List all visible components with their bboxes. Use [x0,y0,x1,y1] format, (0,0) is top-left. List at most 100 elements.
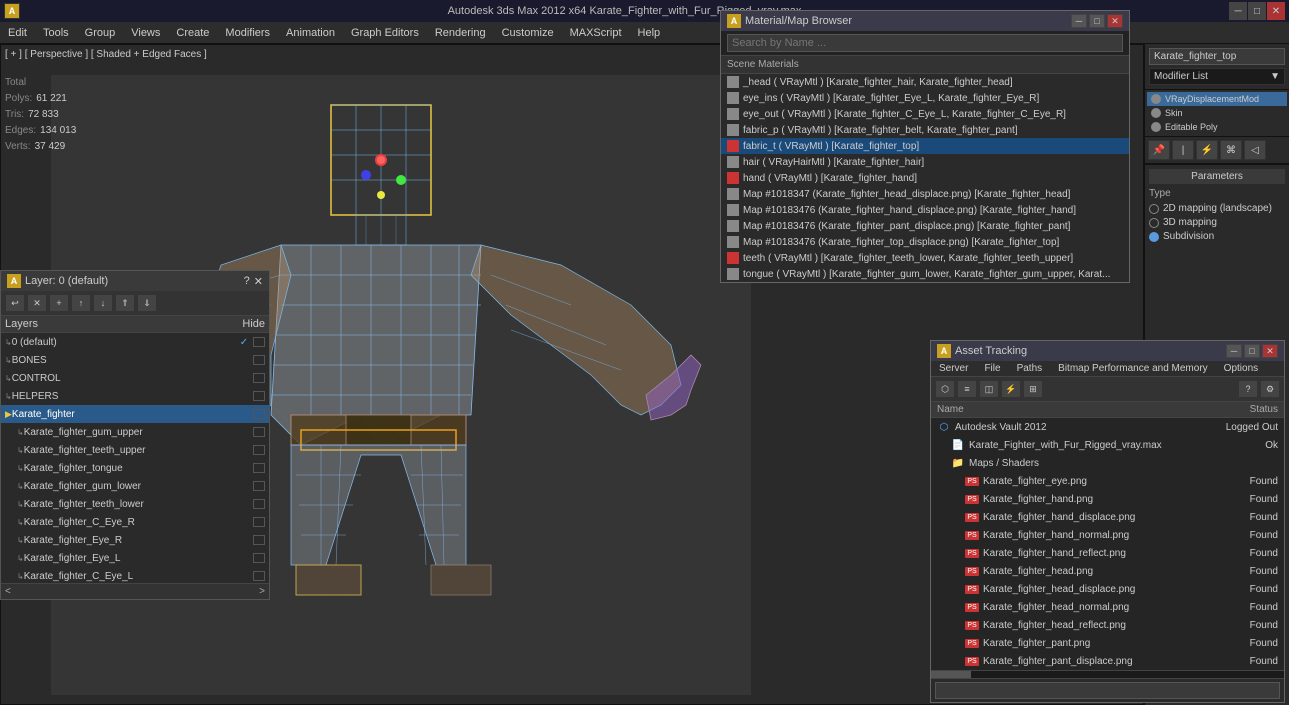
asset-menu-file[interactable]: File [976,361,1008,376]
modifier-list-arrow[interactable]: ▼ [1270,71,1280,82]
mat-item[interactable]: fabric_t ( VRayMtl ) [Karate_fighter_top… [721,138,1129,154]
layer-item[interactable]: ↳ Karate_fighter_teeth_lower [1,495,269,513]
layer-tool-6[interactable]: ⇑ [115,294,135,312]
mat-item[interactable]: eye_ins ( VRayMtl ) [Karate_fighter_Eye_… [721,90,1129,106]
radio-3d[interactable] [1149,218,1159,228]
menu-create[interactable]: Create [168,22,217,43]
layer-scroll-right[interactable]: > [259,586,265,597]
mat-search-input[interactable] [727,34,1123,52]
mat-item[interactable]: _head ( VRayMtl ) [Karate_fighter_hair, … [721,74,1129,90]
layer-item[interactable]: ▶ Karate_fighter [1,405,269,423]
mat-item[interactable]: Map #10183476 (Karate_fighter_hand_displ… [721,202,1129,218]
asset-item[interactable]: ⬡ Autodesk Vault 2012 Logged Out [931,418,1284,436]
asset-search-input[interactable] [935,682,1280,699]
menu-modifiers[interactable]: Modifiers [217,22,278,43]
app-logo[interactable]: A [4,3,20,19]
mat-item[interactable]: fabric_p ( VRayMtl ) [Karate_fighter_bel… [721,122,1129,138]
asset-item[interactable]: PS Karate_fighter_head.png Found [931,562,1284,580]
layer-item[interactable]: ↳ BONES [1,351,269,369]
param-3d-mapping[interactable]: 3D mapping [1149,217,1285,228]
asset-tool-help[interactable]: ? [1238,380,1258,398]
radio-subdivision[interactable] [1149,232,1159,242]
asset-tool-3[interactable]: ◫ [979,380,999,398]
asset-close[interactable]: ✕ [1262,344,1278,358]
close-button[interactable]: ✕ [1267,2,1285,20]
param-2d-mapping[interactable]: 2D mapping (landscape) [1149,203,1285,214]
layer-item[interactable]: ↳ 0 (default) ✓ [1,333,269,351]
mat-item[interactable]: Map #10183476 (Karate_fighter_pant_displ… [721,218,1129,234]
asset-item[interactable]: PS Karate_fighter_pant_displace.png Foun… [931,652,1284,670]
modifier-toolbar-btn2[interactable]: | [1172,140,1194,160]
asset-item[interactable]: 📁 Maps / Shaders [931,454,1284,472]
mat-close[interactable]: ✕ [1107,14,1123,28]
asset-menu-paths[interactable]: Paths [1009,361,1051,376]
mat-item[interactable]: hair ( VRayHairMtl ) [Karate_fighter_hai… [721,154,1129,170]
asset-menu-options[interactable]: Options [1216,361,1266,376]
asset-item[interactable]: PS Karate_fighter_head_displace.png Foun… [931,580,1284,598]
menu-views[interactable]: Views [123,22,168,43]
asset-scrollbar[interactable] [931,670,1284,678]
layer-tool-1[interactable]: ↩ [5,294,25,312]
asset-item[interactable]: PS Karate_fighter_hand_displace.png Foun… [931,508,1284,526]
layer-tool-7[interactable]: ⇓ [137,294,157,312]
asset-item[interactable]: PS Karate_fighter_eye.png Found [931,472,1284,490]
asset-item[interactable]: 📄 Karate_Fighter_with_Fur_Rigged_vray.ma… [931,436,1284,454]
layer-item[interactable]: ↳ Karate_fighter_teeth_upper [1,441,269,459]
menu-help[interactable]: Help [630,22,669,43]
layer-item[interactable]: ↳ CONTROL [1,369,269,387]
modifier-list-header[interactable]: Modifier List ▼ [1149,68,1285,85]
menu-rendering[interactable]: Rendering [427,22,494,43]
layer-question-btn[interactable]: ? [244,275,250,288]
asset-maximize[interactable]: □ [1244,344,1260,358]
asset-item[interactable]: PS Karate_fighter_pant.png Found [931,634,1284,652]
layer-item[interactable]: ↳ Karate_fighter_tongue [1,459,269,477]
mat-minimize[interactable]: ─ [1071,14,1087,28]
modifier-skin[interactable]: Skin [1147,106,1287,120]
layer-close-btn[interactable]: ✕ [254,275,263,288]
mat-item[interactable]: tongue ( VRayMtl ) [Karate_fighter_gum_l… [721,266,1129,282]
layer-tool-2[interactable]: ✕ [27,294,47,312]
layer-tool-3[interactable]: + [49,294,69,312]
modifier-vray-displacement[interactable]: VRayDisplacementMod [1147,92,1287,106]
menu-tools[interactable]: Tools [35,22,77,43]
modifier-toolbar-btn4[interactable]: ⌘ [1220,140,1242,160]
modifier-toolbar-btn3[interactable]: ⚡ [1196,140,1218,160]
mat-item[interactable]: teeth ( VRayMtl ) [Karate_fighter_teeth_… [721,250,1129,266]
layer-tool-5[interactable]: ↓ [93,294,113,312]
param-subdivision[interactable]: Subdivision [1149,231,1285,242]
layer-tool-4[interactable]: ↑ [71,294,91,312]
pin-button[interactable]: 📌 [1148,140,1170,160]
mat-item[interactable]: hand ( VRayMtl ) [Karate_fighter_hand] [721,170,1129,186]
minimize-button[interactable]: ─ [1229,2,1247,20]
layer-item[interactable]: ↳ Karate_fighter_C_Eye_R [1,513,269,531]
mat-item[interactable]: Map #1018347 (Karate_fighter_head_displa… [721,186,1129,202]
menu-animation[interactable]: Animation [278,22,343,43]
mat-item[interactable]: Map #10183476 (Karate_fighter_top_displa… [721,234,1129,250]
asset-item[interactable]: PS Karate_fighter_hand_reflect.png Found [931,544,1284,562]
menu-customize[interactable]: Customize [494,22,562,43]
layer-item[interactable]: ↳ Karate_fighter_Eye_L [1,549,269,567]
layer-scroll-left[interactable]: < [5,586,11,597]
layer-item[interactable]: ↳ Karate_fighter_gum_upper [1,423,269,441]
asset-item[interactable]: PS Karate_fighter_head_reflect.png Found [931,616,1284,634]
layer-item[interactable]: ↳ Karate_fighter_C_Eye_L [1,567,269,583]
asset-item[interactable]: PS Karate_fighter_hand.png Found [931,490,1284,508]
asset-tool-5[interactable]: ⊞ [1023,380,1043,398]
menu-graph-editors[interactable]: Graph Editors [343,22,427,43]
asset-item[interactable]: PS Karate_fighter_hand_normal.png Found [931,526,1284,544]
asset-menu-bitmap[interactable]: Bitmap Performance and Memory [1050,361,1216,376]
asset-minimize[interactable]: ─ [1226,344,1242,358]
layer-item[interactable]: ↳ Karate_fighter_gum_lower [1,477,269,495]
layer-item[interactable]: ↳ Karate_fighter_Eye_R [1,531,269,549]
asset-item[interactable]: PS Karate_fighter_head_normal.png Found [931,598,1284,616]
menu-edit[interactable]: Edit [0,22,35,43]
asset-tool-4[interactable]: ⚡ [1001,380,1021,398]
maximize-button[interactable]: □ [1248,2,1266,20]
asset-tool-2[interactable]: ≡ [957,380,977,398]
modifier-toolbar-btn5[interactable]: ◁ [1244,140,1266,160]
asset-tool-settings[interactable]: ⚙ [1260,380,1280,398]
layer-item[interactable]: ↳ HELPERS [1,387,269,405]
radio-2d[interactable] [1149,204,1159,214]
window-controls[interactable]: ─ □ ✕ [1229,2,1285,20]
menu-maxscript[interactable]: MAXScript [562,22,630,43]
